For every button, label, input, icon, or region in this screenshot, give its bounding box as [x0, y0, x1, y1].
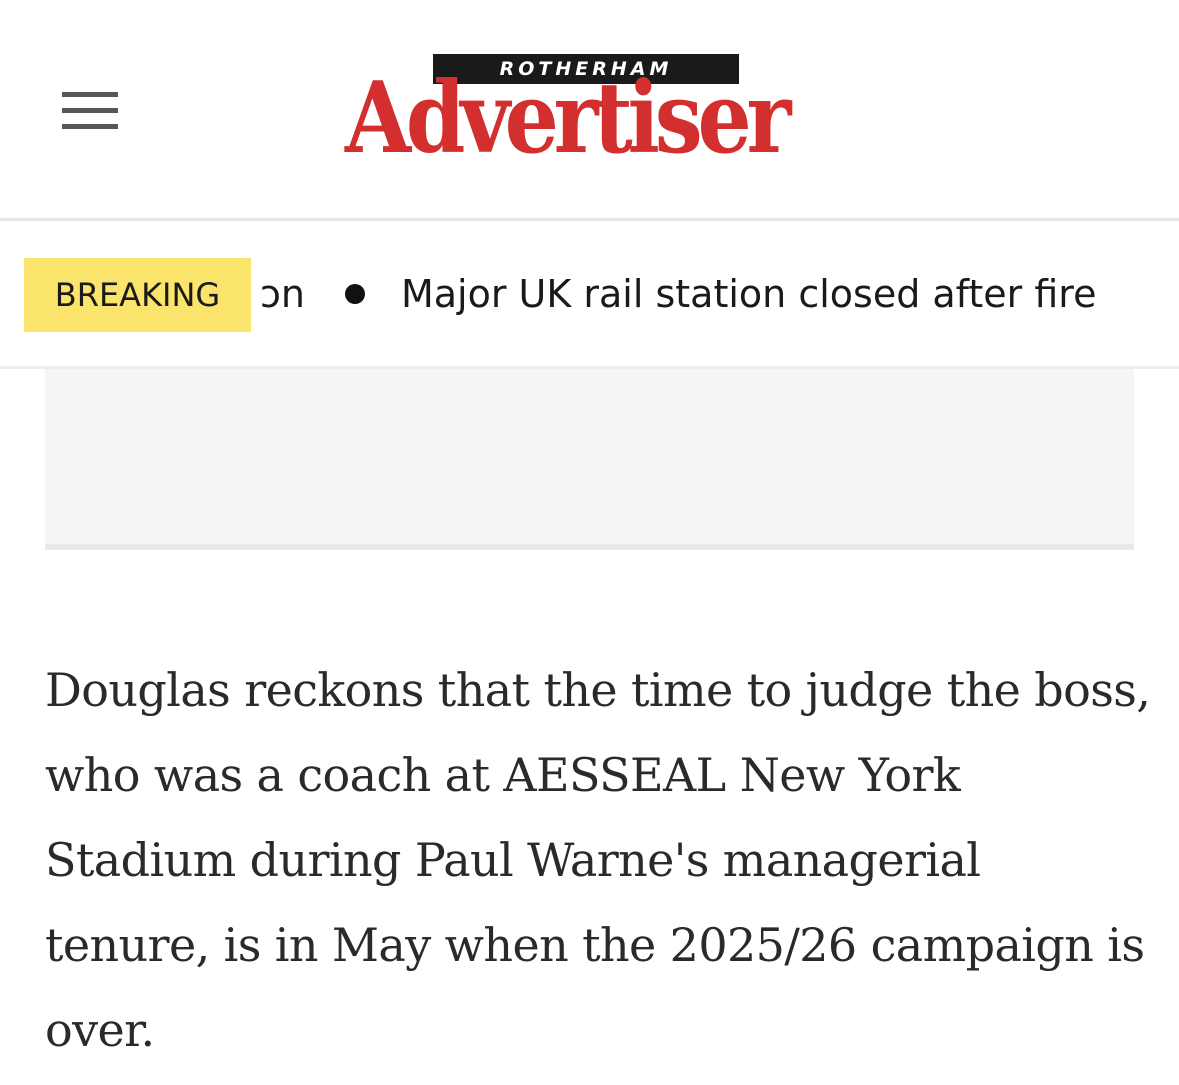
menu-bar-bottom [62, 124, 118, 129]
menu-bar-top [62, 92, 118, 97]
page: ROTHERHAM Advertiser ɔn Major UK rail st… [0, 0, 1179, 1085]
breaking-news-bar: ɔn Major UK rail station closed after fi… [0, 221, 1179, 369]
ad-placeholder [45, 369, 1134, 545]
logo-wordmark: Advertiser [345, 61, 791, 176]
bullet-dot-icon [344, 283, 365, 304]
hamburger-menu-icon[interactable] [62, 92, 118, 132]
site-logo[interactable]: ROTHERHAM Advertiser [345, 52, 835, 174]
site-header: ROTHERHAM Advertiser [0, 0, 1179, 221]
menu-bar-middle [62, 108, 118, 113]
ad-divider [45, 544, 1134, 550]
ticker-item-previous[interactable]: ɔn [260, 272, 305, 316]
breaking-label: BREAKING [24, 258, 251, 332]
breaking-news-ticker: ɔn Major UK rail station closed after fi… [240, 221, 1179, 366]
ticker-item-headline[interactable]: Major UK rail station closed after fire [401, 272, 1097, 316]
article-paragraph: Douglas reckons that the time to judge t… [45, 663, 1151, 1057]
